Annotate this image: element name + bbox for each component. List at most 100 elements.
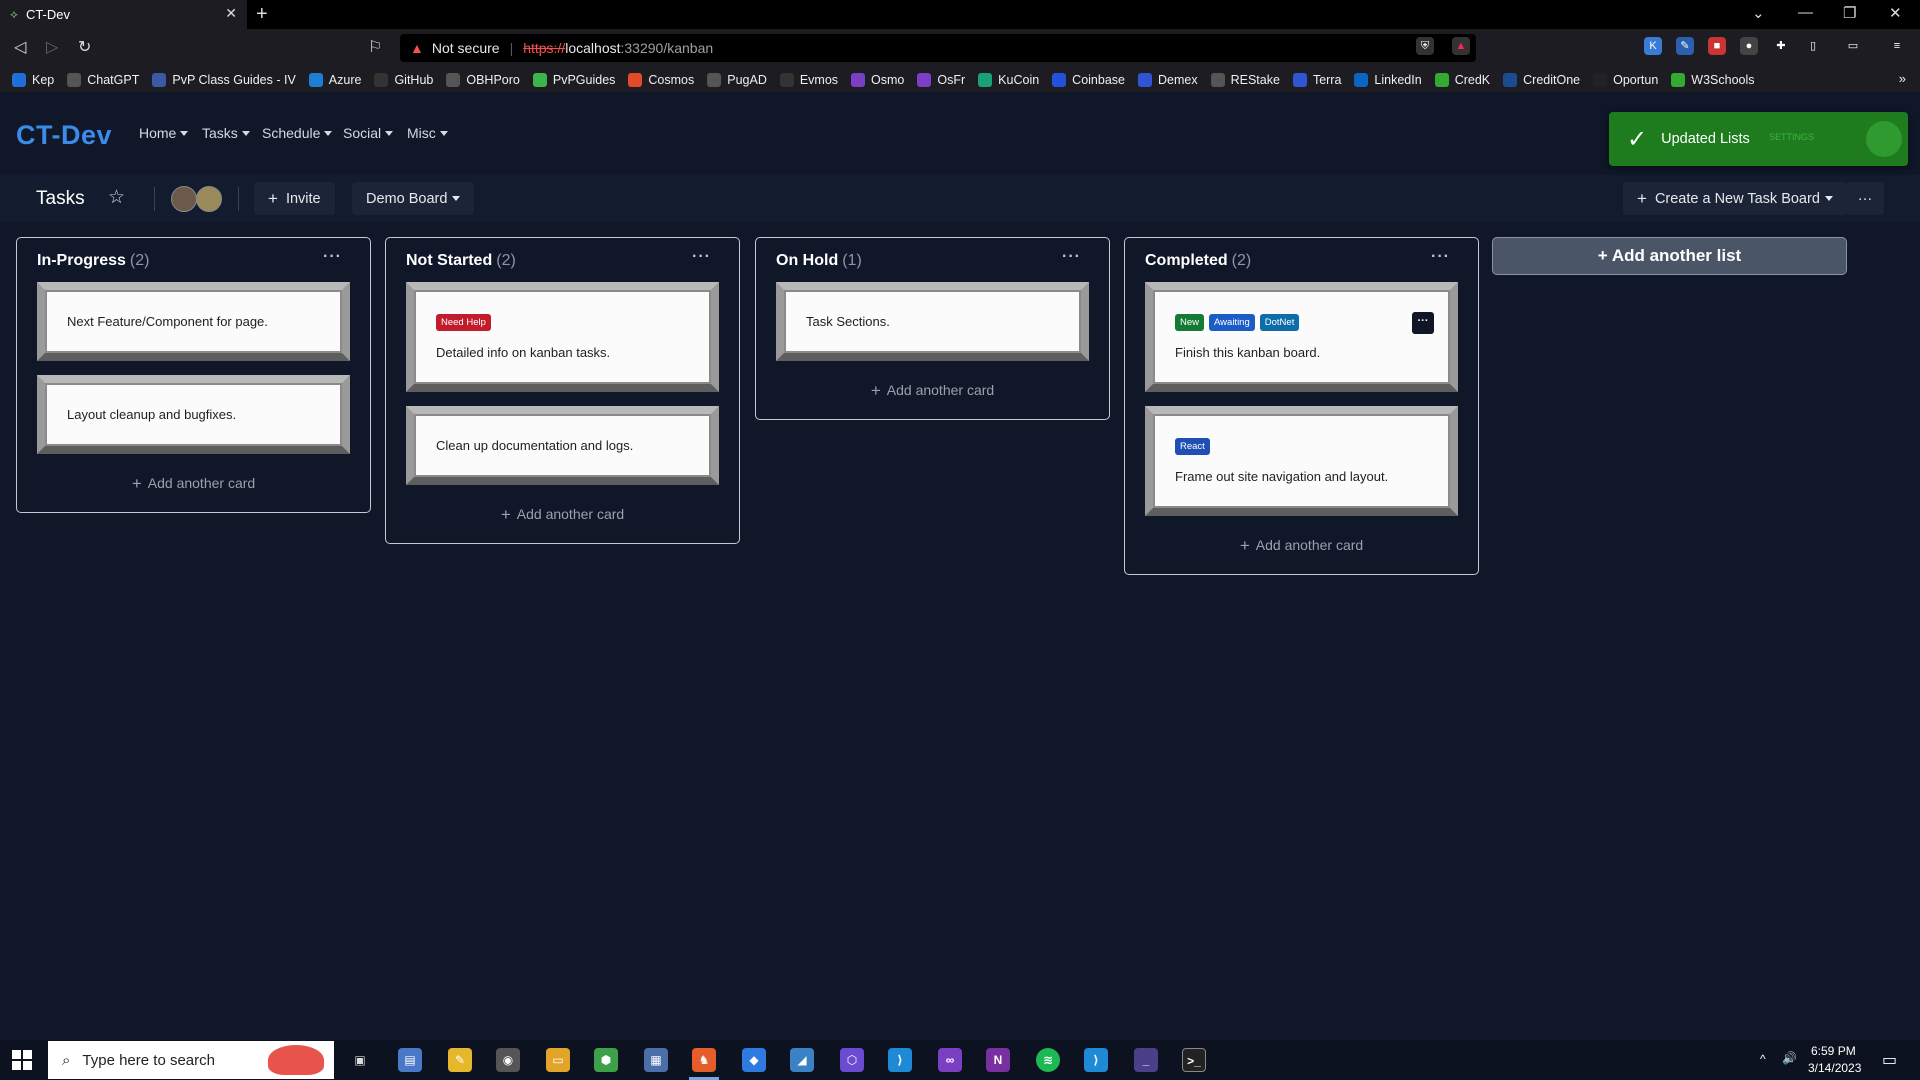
card-menu-button[interactable]: ···	[1412, 312, 1434, 334]
vscode-icon-2[interactable]: ⟩	[1084, 1048, 1108, 1072]
onenote-icon[interactable]: N	[986, 1048, 1010, 1072]
bookmark-item[interactable]: Coinbase	[1052, 72, 1125, 87]
bookmark-item[interactable]: PugAD	[707, 72, 767, 87]
add-card-button[interactable]: + Add another card	[386, 499, 739, 543]
bookmarks-overflow-icon[interactable]: »	[1899, 71, 1906, 86]
sidebar-icon[interactable]: ▯	[1804, 37, 1822, 55]
add-card-button[interactable]: + Add another card	[17, 468, 370, 512]
extension-gray-icon[interactable]: ●	[1740, 37, 1758, 55]
bookmark-item[interactable]: PvP Class Guides - IV	[152, 72, 296, 87]
task-card[interactable]: New Awaiting DotNet Finish this kanban boar…	[1145, 282, 1458, 392]
nav-tasks[interactable]: Tasks	[202, 125, 250, 141]
bookmark-item[interactable]: CreditOne	[1503, 72, 1580, 87]
add-card-button[interactable]: + Add another card	[1125, 530, 1478, 574]
bookmark-item[interactable]: REStake	[1210, 72, 1280, 87]
task-card[interactable]: Layout cleanup and bugfixes.	[37, 375, 350, 454]
create-board-button[interactable]: + Create a New Task Board	[1623, 182, 1847, 215]
task-card-body[interactable]: Task Sections.	[786, 292, 1079, 351]
browser-menu-icon[interactable]: ≡	[1888, 37, 1906, 55]
task-view-icon[interactable]: ▣	[348, 1048, 372, 1072]
forward-icon[interactable]: ▷	[46, 37, 58, 57]
minecraft-icon[interactable]: ⬢	[594, 1048, 618, 1072]
bookmark-item[interactable]: Azure	[308, 72, 361, 87]
toast-notification[interactable]: ✓ Updated Lists SETTINGS	[1609, 112, 1908, 166]
task-card-body[interactable]: New Awaiting DotNet Finish this kanban boar…	[1155, 292, 1448, 382]
list-more-icon[interactable]: ···	[323, 248, 342, 266]
task-card-body[interactable]: Layout cleanup and bugfixes.	[47, 385, 340, 444]
extension-k-icon[interactable]: K	[1644, 37, 1662, 55]
bookmark-item[interactable]: Oportun	[1593, 72, 1658, 87]
list-more-icon[interactable]: ···	[692, 248, 711, 266]
notepad-icon[interactable]: ▤	[398, 1048, 422, 1072]
task-card-body[interactable]: Clean up documentation and logs.	[416, 416, 709, 475]
not-secure-label[interactable]: Not secure	[432, 40, 500, 56]
bookmark-item[interactable]: Evmos	[779, 72, 838, 87]
member-avatar[interactable]	[171, 186, 197, 212]
extension-red-icon[interactable]: ■	[1708, 37, 1726, 55]
calculator-icon[interactable]: ▦	[644, 1048, 668, 1072]
visual-studio-icon[interactable]: ∞	[938, 1048, 962, 1072]
task-card-body[interactable]: Next Feature/Component for page.	[47, 292, 340, 351]
brave-browser-icon[interactable]: ♞	[692, 1048, 716, 1072]
terminal-icon[interactable]: >_	[1182, 1048, 1206, 1072]
taskbar-search-field[interactable]: ⌕ Type here to search	[48, 1041, 334, 1079]
add-card-button[interactable]: + Add another card	[756, 375, 1109, 419]
extension-tool-icon[interactable]: ✎	[1676, 37, 1694, 55]
add-list-button[interactable]: + Add another list	[1492, 237, 1847, 275]
minimize-icon[interactable]: —	[1798, 4, 1813, 21]
brave-rewards-icon[interactable]: ▲	[1452, 37, 1470, 55]
window-close-icon[interactable]: ✕	[1889, 4, 1902, 22]
user-avatar[interactable]	[1866, 121, 1902, 157]
tray-chevron-icon[interactable]: ^	[1760, 1052, 1766, 1066]
bookmark-item[interactable]: Kep	[12, 72, 54, 87]
nav-misc[interactable]: Misc	[407, 125, 448, 141]
list-more-icon[interactable]: ···	[1062, 248, 1081, 266]
new-tab-icon[interactable]: +	[256, 3, 268, 26]
bookmark-item[interactable]: Demex	[1138, 72, 1198, 87]
task-card-body[interactable]: React Frame out site navigation and layou…	[1155, 416, 1448, 506]
bookmark-item[interactable]: LinkedIn	[1354, 72, 1422, 87]
task-card-body[interactable]: Need Help Detailed info on kanban tasks.	[416, 292, 709, 382]
vscode-icon[interactable]: ⟩	[888, 1048, 912, 1072]
spotify-icon[interactable]: ≋	[1036, 1048, 1060, 1072]
board-more-button[interactable]: ···	[1846, 182, 1884, 215]
bookmark-item[interactable]: OBHPoro	[446, 72, 520, 87]
task-card[interactable]: Next Feature/Component for page.	[37, 282, 350, 361]
camera-icon[interactable]: ◉	[496, 1048, 520, 1072]
task-card[interactable]: React Frame out site navigation and layou…	[1145, 406, 1458, 516]
bookmark-item[interactable]: GitHub	[374, 72, 433, 87]
url-field[interactable]: ▲ Not secure | https:// localhost :33290…	[400, 34, 1476, 62]
brand-logo[interactable]: CT-Dev	[16, 120, 112, 151]
app-hex-icon[interactable]: ⬡	[840, 1048, 864, 1072]
nav-schedule[interactable]: Schedule	[262, 125, 332, 141]
bookmark-item[interactable]: Osmo	[851, 72, 904, 87]
app-diamond-icon[interactable]: ◆	[742, 1048, 766, 1072]
browser-tab[interactable]: ⟡ CT-Dev ✕	[0, 0, 247, 29]
bookmark-item[interactable]: Cosmos	[628, 72, 694, 87]
extensions-puzzle-icon[interactable]: ✚	[1772, 37, 1790, 55]
nav-home[interactable]: Home	[139, 125, 188, 141]
bookmark-item[interactable]: W3Schools	[1671, 72, 1755, 87]
back-icon[interactable]: ◁	[14, 37, 26, 57]
member-avatar[interactable]	[196, 186, 222, 212]
board-select-dropdown[interactable]: Demo Board	[352, 182, 475, 215]
restore-icon[interactable]: ❐	[1843, 4, 1856, 22]
wallet-icon[interactable]: ▭	[1844, 37, 1862, 55]
clock-time[interactable]: 6:59 PM	[1811, 1044, 1856, 1058]
notifications-icon[interactable]: ▭	[1882, 1050, 1897, 1070]
invite-button[interactable]: + Invite	[254, 182, 335, 215]
terminal-purple-icon[interactable]: _	[1134, 1048, 1158, 1072]
list-more-icon[interactable]: ···	[1431, 248, 1450, 266]
clock-date[interactable]: 3/14/2023	[1808, 1061, 1861, 1075]
bookmark-item[interactable]: Terra	[1292, 72, 1341, 87]
close-tab-icon[interactable]: ✕	[225, 5, 237, 22]
tab-search-chevron-icon[interactable]: ⌄	[1752, 4, 1765, 22]
brave-shield-icon[interactable]: ⛨	[1416, 37, 1434, 55]
volume-icon[interactable]: 🔊	[1782, 1051, 1797, 1065]
task-card[interactable]: Clean up documentation and logs.	[406, 406, 719, 485]
sticky-notes-icon[interactable]: ✎	[448, 1048, 472, 1072]
bookmark-item[interactable]: PvPGuides	[532, 72, 615, 87]
bookmark-item[interactable]: KuCoin	[978, 72, 1039, 87]
windows-start-icon[interactable]	[12, 1050, 32, 1070]
bookmark-item[interactable]: ChatGPT	[67, 72, 139, 87]
